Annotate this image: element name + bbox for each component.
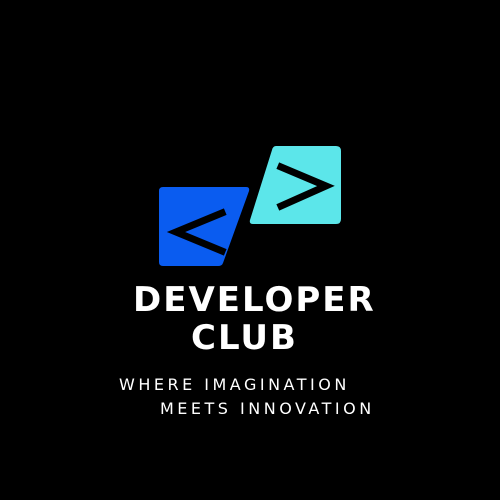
tagline-line-1: WHERE IMAGINATION (119, 375, 350, 394)
logo-canvas: DEVELOPER CLUB WHERE IMAGINATION MEETS I… (0, 0, 500, 500)
left-tile (159, 187, 250, 266)
tagline-line-2: MEETS INNOVATION (160, 399, 375, 418)
code-brackets-logo-mark (159, 146, 341, 266)
club-name-line-2: CLUB (191, 318, 298, 358)
club-name-line-1: DEVELOPER (133, 280, 376, 320)
